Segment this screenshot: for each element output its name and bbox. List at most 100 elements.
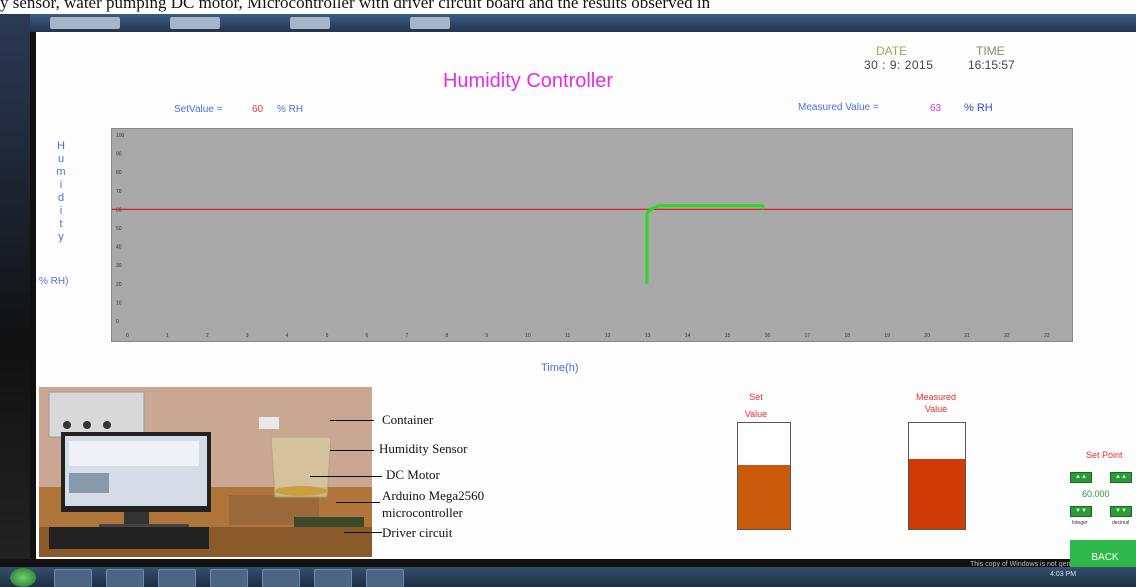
humidity-chart: 100 90 80 70 60 50 40 30 20 10 0 0 1 2 3 4 5 6 7 8 9 10 11 12 13…: [111, 128, 1073, 342]
x-tick-label: 12: [605, 333, 611, 339]
taskbar-app-icon[interactable]: [210, 569, 248, 587]
integer-caption: Integer: [1072, 520, 1088, 526]
y-tick-label: 90: [116, 152, 122, 158]
window-titlebar[interactable]: [30, 14, 1136, 32]
label-driver-circuit: Driver circuit: [382, 525, 453, 540]
y-tick-label: 0: [116, 319, 119, 325]
integer-down-button[interactable]: ▼▼: [1070, 506, 1092, 517]
taskbar-ie-icon[interactable]: [54, 569, 92, 587]
set-value-gauge: [737, 422, 791, 530]
y-tick-label: 50: [116, 226, 122, 232]
time-label: TIME: [976, 44, 1005, 58]
y-axis-letter: m: [56, 166, 66, 178]
x-tick-label: 7: [405, 333, 408, 339]
set-point-title: Set Point: [1086, 450, 1123, 460]
integer-up-button[interactable]: ▲▲: [1070, 472, 1092, 483]
measured-value-gauge-title: Measured Value: [915, 392, 957, 414]
label-dc-motor: DC Motor: [386, 467, 440, 482]
x-tick-label: 21: [964, 333, 970, 339]
measured-value-gauge-fill: [909, 459, 965, 529]
humidity-controller-window: Humidity Controller DATE TIME 30 : 9: 20…: [36, 32, 1136, 576]
y-axis-letter: i: [59, 205, 63, 217]
figure-caption: y sensor, water pumping DC motor, Microc…: [0, 0, 711, 12]
taskbar-tab-4[interactable]: [410, 17, 450, 29]
y-axis-letter: d: [57, 192, 65, 204]
y-axis-letter: i: [59, 179, 63, 191]
x-tick-label: 13: [645, 333, 651, 339]
y-tick-label: 60: [116, 207, 122, 213]
time-value: 16:15:57: [968, 58, 1015, 72]
y-axis-label: Humidity: [51, 140, 71, 244]
hardware-photo: [39, 387, 372, 557]
leader-line-arduino: [336, 502, 380, 503]
decimal-up-button[interactable]: ▲▲: [1110, 472, 1132, 483]
leader-line-container: [330, 420, 374, 421]
x-tick-label: 3: [246, 333, 249, 339]
x-tick-label: 4: [286, 333, 289, 339]
x-tick-label: 18: [844, 333, 850, 339]
x-tick-label: 19: [884, 333, 890, 339]
y-tick-label: 100: [116, 133, 125, 139]
taskbar-labview-icon[interactable]: [262, 569, 300, 587]
x-tick-label: 0: [126, 333, 129, 339]
app-title: Humidity Controller: [442, 70, 614, 92]
label-humidity-sensor: Humidity Sensor: [379, 441, 468, 456]
taskbar-window-icon[interactable]: [314, 569, 352, 587]
tray-clock: 4:03 PM: [1050, 571, 1077, 578]
taskbar-media-icon[interactable]: [158, 569, 196, 587]
label-container: Container: [382, 412, 434, 427]
y-tick-label: 30: [116, 263, 122, 269]
measured-value-gauge: [908, 422, 966, 530]
date-value: 30 : 9: 2015: [864, 58, 934, 72]
start-orb-icon[interactable]: [10, 568, 36, 587]
x-tick-label: 9: [485, 333, 488, 339]
x-tick-label: 5: [326, 333, 329, 339]
x-tick-label: 15: [725, 333, 731, 339]
x-tick-label: 1: [166, 333, 169, 339]
measured-value-unit: % RH: [964, 102, 993, 114]
set-value-gauge-title: Set Value: [744, 392, 768, 419]
measured-value-number: 63: [930, 103, 942, 114]
label-arduino: Arduino Mega2560: [382, 488, 485, 503]
label-microcontroller: microcontroller: [382, 505, 463, 520]
desktop-screen: Humidity Controller DATE TIME 30 : 9: 20…: [0, 14, 1136, 587]
y-tick-label: 20: [116, 282, 122, 288]
leader-line-sensor: [330, 450, 374, 451]
x-tick-label: 17: [805, 333, 811, 339]
taskbar-tab-2[interactable]: [170, 17, 220, 29]
y-axis-unit: % RH): [39, 276, 69, 287]
measured-value-label: Measured Value =: [798, 102, 879, 113]
y-axis-letter: u: [57, 153, 65, 165]
setvalue-label: SetValue =: [174, 104, 223, 115]
chart-canvas: 10090807060504030201000 1 2 3 4 5 6 7 8 9 10 11 12 13…: [112, 133, 1072, 339]
x-tick-label: 8: [445, 333, 448, 339]
x-tick-label: 22: [1004, 333, 1010, 339]
x-tick-label: 14: [685, 333, 691, 339]
leader-line-driver: [344, 532, 382, 533]
x-axis-label: Time(h): [541, 362, 579, 374]
x-tick-label: 11: [565, 333, 570, 339]
y-tick-label: 40: [116, 245, 122, 251]
y-axis-letter: H: [57, 140, 65, 152]
setvalue-unit: % RH: [277, 104, 304, 115]
x-tick-label: 2: [206, 333, 209, 339]
x-tick-label: 20: [924, 333, 930, 339]
setvalue-number: 60: [252, 104, 264, 115]
set-point-value: 60.000: [1082, 489, 1110, 499]
decimal-caption: decimal: [1112, 520, 1130, 526]
taskbar-tool-icon[interactable]: [366, 569, 404, 587]
y-tick-label: 80: [116, 170, 122, 176]
x-tick-label: 23: [1044, 333, 1050, 339]
taskbar-tab-1[interactable]: [50, 17, 120, 29]
taskbar-folder-icon[interactable]: [106, 569, 144, 587]
x-tick-label: 10: [525, 333, 531, 339]
decimal-down-button[interactable]: ▼▼: [1110, 506, 1132, 517]
taskbar-tab-3[interactable]: [290, 17, 330, 29]
measured-series-line: [645, 204, 765, 284]
set-value-gauge-fill: [738, 465, 790, 529]
y-axis-letter: t: [59, 218, 63, 230]
hardware-photo-illustration: [39, 387, 372, 557]
x-tick-label: 16: [765, 333, 771, 339]
desktop-background: [0, 14, 30, 559]
y-tick-label: 10: [116, 300, 122, 306]
